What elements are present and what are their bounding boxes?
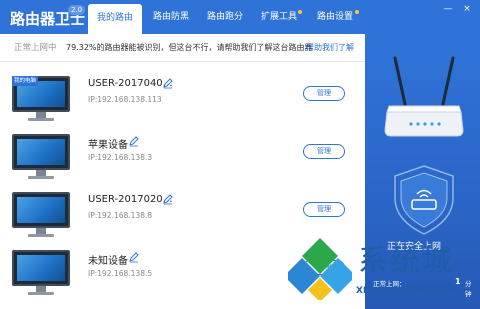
- manage-button[interactable]: 管理: [303, 86, 345, 101]
- monitor-icon: 我的电脑: [12, 76, 70, 122]
- tab-tools-dot: [298, 10, 302, 14]
- manage-button[interactable]: 管理: [303, 202, 345, 217]
- device-ip: IP:192.168.138.3: [88, 153, 153, 162]
- help-us-link[interactable]: 帮助我们了解: [306, 34, 354, 62]
- device-name: USER-2017040…: [88, 78, 173, 89]
- watermark-url: XITONGCHENG.COM: [356, 286, 457, 296]
- router-icon: [384, 56, 464, 137]
- monitor-icon: [12, 134, 70, 180]
- device-ip: IP:192.168.138.113: [88, 95, 162, 104]
- tab-benchmark[interactable]: 路由跑分: [198, 0, 252, 34]
- watermark-text: 系统城: [358, 244, 454, 279]
- device-ip: IP:192.168.138.8: [88, 211, 153, 220]
- edit-icon[interactable]: [128, 135, 140, 147]
- minimize-button[interactable]: —: [442, 3, 454, 15]
- tab-anti-hack[interactable]: 路由防黑: [144, 0, 198, 34]
- manage-button[interactable]: 管理: [303, 144, 345, 159]
- close-button[interactable]: ×: [461, 3, 473, 15]
- device-name: 未知设备: [88, 256, 128, 267]
- notice-message: 79.32%的路由器能被识别，但这台不行，请帮助我们了解这台路由器: [66, 43, 313, 52]
- tab-my-router[interactable]: 我的路由: [88, 4, 142, 34]
- version-badge: 2.0: [68, 5, 86, 15]
- device-row: 苹果设备 IP:192.168.138.3 管理: [0, 134, 365, 192]
- watermark: 系统城 XITONGCHENG.COM: [286, 236, 480, 309]
- device-name: 苹果设备: [88, 140, 128, 151]
- my-computer-badge: 我的电脑: [12, 76, 39, 86]
- device-row: 我的电脑 USER-2017040… IP:192.168.138.113 管理: [0, 76, 365, 134]
- watermark-logo-icon: [288, 238, 352, 300]
- monitor-icon: [12, 192, 70, 238]
- edit-icon[interactable]: [162, 77, 174, 89]
- tab-tools[interactable]: 扩展工具: [252, 0, 306, 34]
- notice-status: 正常上网中: [14, 43, 57, 53]
- device-ip: IP:192.168.138.5: [88, 269, 153, 278]
- notice-bar: 正常上网中 79.32%的路由器能被识别，但这台不行，请帮助我们了解这台路由器 …: [0, 34, 365, 62]
- tab-settings-dot: [355, 10, 359, 14]
- title-bar: 路由器卫士 2.0 我的路由 路由防黑 路由跑分 扩展工具 路由设置 — ×: [0, 0, 480, 34]
- monitor-icon: [12, 250, 70, 296]
- shield-icon: [394, 165, 454, 235]
- device-name: USER-2017020…: [88, 194, 173, 205]
- edit-icon[interactable]: [162, 193, 174, 205]
- tab-settings[interactable]: 路由设置: [306, 0, 364, 34]
- edit-icon[interactable]: [128, 251, 140, 263]
